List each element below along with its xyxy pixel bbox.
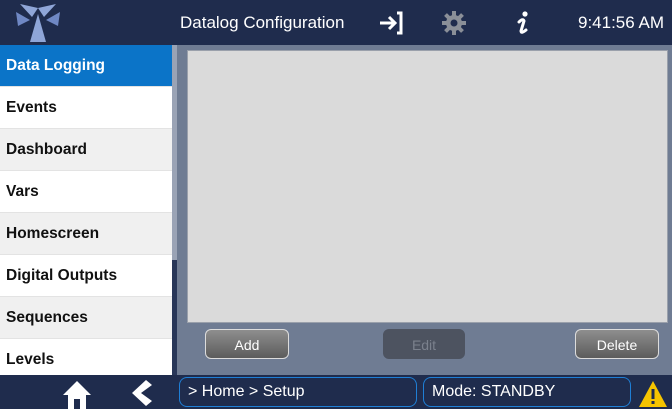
bottom-bar: > Home > Setup Mode: STANDBY	[0, 375, 672, 409]
main-content: Add Edit Delete	[177, 45, 672, 375]
sidebar-menu: Data Logging Events Dashboard Vars Homes…	[0, 45, 172, 375]
add-button[interactable]: Add	[205, 329, 289, 359]
home-icon[interactable]	[62, 380, 92, 409]
info-icon[interactable]	[510, 10, 536, 36]
warning-icon[interactable]	[638, 380, 668, 408]
sidebar-item-data-logging[interactable]: Data Logging	[0, 45, 172, 87]
sign-in-icon[interactable]	[378, 10, 404, 36]
delete-button[interactable]: Delete	[575, 329, 659, 359]
sidebar-item-dashboard[interactable]: Dashboard	[0, 129, 172, 171]
datalog-list-panel[interactable]	[187, 50, 668, 323]
breadcrumb[interactable]: > Home > Setup	[179, 377, 417, 407]
sidebar-item-events[interactable]: Events	[0, 87, 172, 129]
sidebar-item-sequences[interactable]: Sequences	[0, 297, 172, 339]
edit-button[interactable]: Edit	[383, 329, 465, 359]
sidebar-item-homescreen[interactable]: Homescreen	[0, 213, 172, 255]
top-bar: Datalog Configuration 9:41:56 AM	[0, 0, 672, 45]
mode-status: Mode: STANDBY	[423, 377, 631, 407]
sidebar-item-digital-outputs[interactable]: Digital Outputs	[0, 255, 172, 297]
sidebar-item-vars[interactable]: Vars	[0, 171, 172, 213]
page-title: Datalog Configuration	[180, 13, 345, 32]
back-arrow-icon[interactable]	[130, 380, 152, 406]
gear-icon[interactable]	[441, 10, 467, 36]
sidebar-item-levels[interactable]: Levels	[0, 339, 172, 375]
clock: 9:41:56 AM	[578, 13, 665, 32]
logo-icon	[16, 4, 60, 42]
